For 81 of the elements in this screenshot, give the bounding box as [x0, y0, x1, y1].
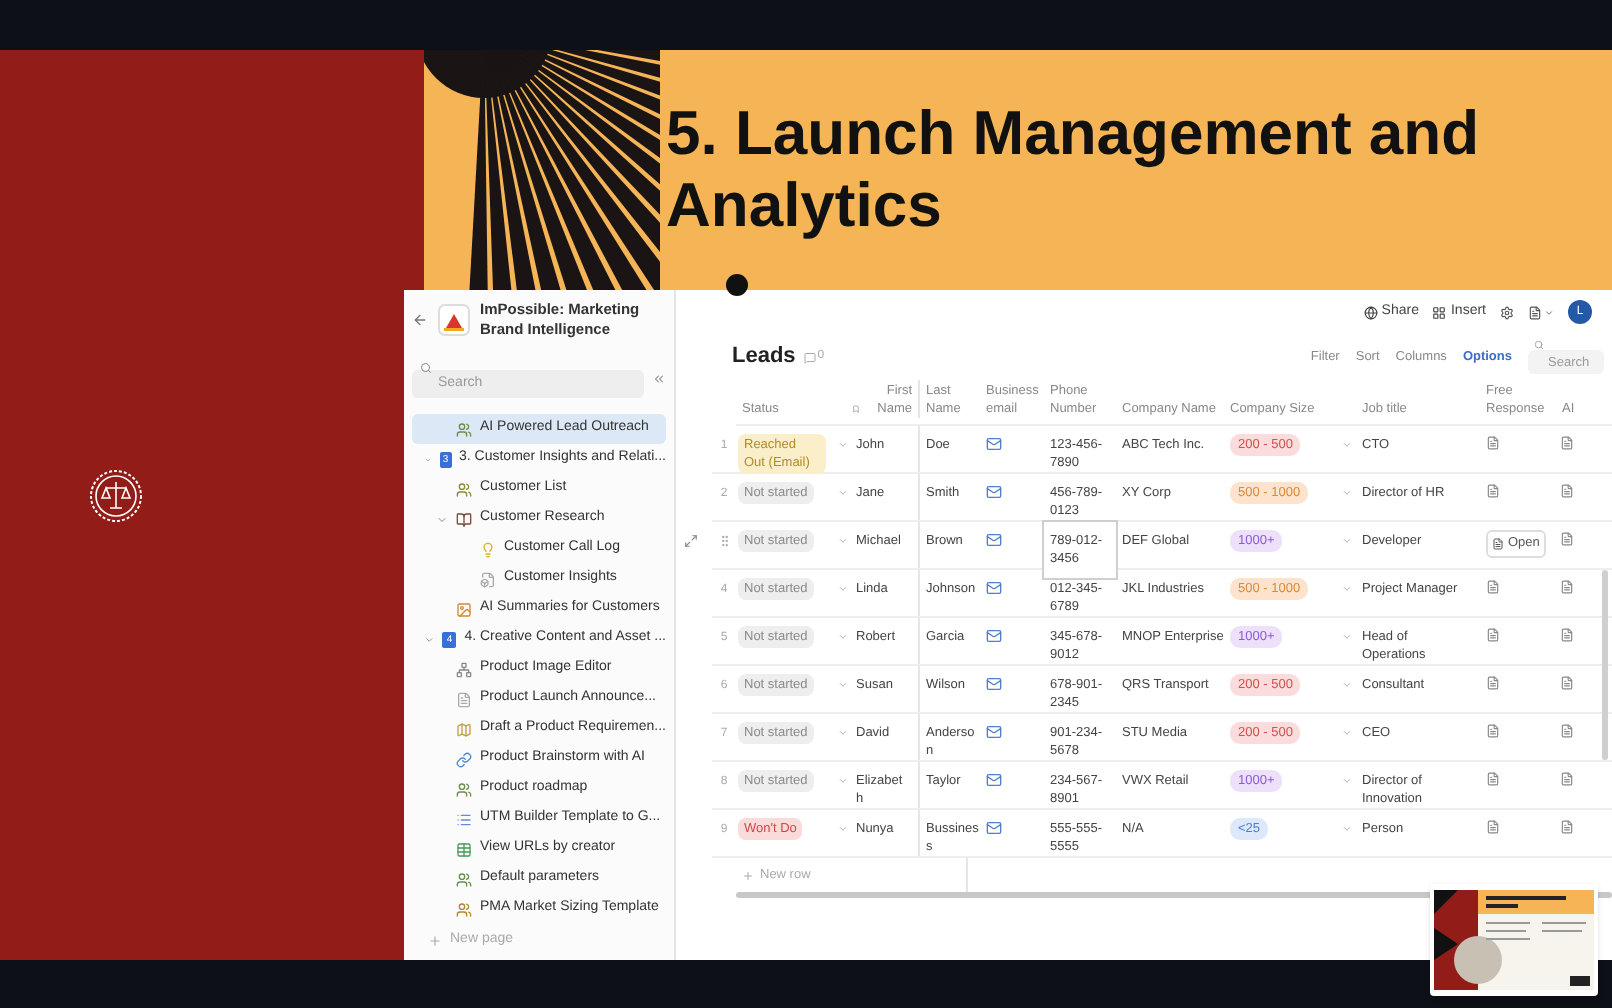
email-icon[interactable]	[986, 676, 1002, 692]
bookmark-icon	[852, 404, 860, 414]
page-icon	[456, 811, 472, 827]
slide-title: 5. Launch Management and Analytics	[666, 98, 1482, 242]
caret-icon[interactable]	[838, 824, 848, 834]
plus-icon	[742, 869, 754, 881]
caret-icon[interactable]	[1342, 440, 1352, 450]
email-icon[interactable]	[986, 820, 1002, 836]
globe-icon	[1363, 305, 1378, 319]
document-icon[interactable]	[1486, 628, 1500, 642]
email-icon[interactable]	[986, 772, 1002, 788]
search-icon	[420, 362, 432, 374]
drag-handle-icon[interactable]	[717, 534, 731, 548]
email-icon[interactable]	[986, 436, 1002, 452]
document-icon	[1492, 537, 1504, 550]
back-icon[interactable]	[412, 312, 428, 328]
grid-icon	[1432, 305, 1447, 319]
document-icon[interactable]	[1560, 772, 1574, 786]
plus-icon	[428, 933, 442, 948]
caret-icon[interactable]	[838, 584, 848, 594]
document-icon[interactable]	[1486, 676, 1500, 690]
page-icon	[456, 751, 472, 767]
email-icon[interactable]	[986, 532, 1002, 548]
document-icon[interactable]	[1486, 484, 1500, 498]
vertical-scrollbar[interactable]	[1602, 570, 1608, 760]
document-icon[interactable]	[1486, 724, 1500, 738]
page-icon	[456, 421, 472, 437]
email-icon[interactable]	[986, 484, 1002, 500]
email-icon[interactable]	[986, 580, 1002, 596]
caret-icon[interactable]	[1342, 680, 1352, 690]
caret-icon[interactable]	[838, 728, 848, 738]
page-icon	[480, 541, 496, 557]
page-icon	[456, 661, 472, 677]
document-icon[interactable]	[1486, 772, 1500, 786]
caret-icon[interactable]	[838, 680, 848, 690]
page-icon	[456, 781, 472, 797]
caret-icon[interactable]	[838, 440, 848, 450]
page-icon	[456, 841, 472, 857]
document-icon[interactable]	[1560, 724, 1574, 738]
document-icon[interactable]	[1560, 436, 1574, 450]
page-icon	[456, 901, 472, 917]
slide-thumbnail[interactable]	[1430, 884, 1598, 996]
email-icon[interactable]	[986, 628, 1002, 644]
caret-icon[interactable]	[1342, 584, 1352, 594]
caret-icon[interactable]	[1342, 824, 1352, 834]
caret-icon[interactable]	[1342, 632, 1352, 642]
document-icon[interactable]	[1560, 820, 1574, 834]
page-icon	[480, 571, 496, 587]
email-icon[interactable]	[986, 724, 1002, 740]
caret-icon[interactable]	[838, 488, 848, 498]
document-icon[interactable]	[1560, 676, 1574, 690]
scales-seal-icon	[88, 467, 144, 523]
expand-icon[interactable]	[684, 534, 698, 548]
doc-menu-icon[interactable]	[1528, 305, 1554, 319]
page-icon	[456, 691, 472, 707]
table-title: Leads	[732, 342, 796, 373]
document-icon[interactable]	[1560, 532, 1574, 546]
caret-icon[interactable]	[424, 453, 433, 465]
comment-icon	[803, 351, 816, 363]
page-icon	[456, 481, 472, 497]
caret-icon[interactable]	[1342, 536, 1352, 546]
caret-icon[interactable]	[838, 632, 848, 642]
caret-icon[interactable]	[838, 776, 848, 786]
app-logo-icon	[438, 304, 470, 336]
page-icon	[456, 601, 472, 617]
caret-icon[interactable]	[838, 536, 848, 546]
collapse-icon[interactable]	[652, 371, 666, 385]
document-icon[interactable]	[1560, 484, 1574, 498]
document-icon[interactable]	[1486, 436, 1500, 450]
page-icon	[456, 871, 472, 887]
search-icon	[1534, 340, 1544, 350]
document-icon[interactable]	[1560, 580, 1574, 594]
caret-icon[interactable]	[1342, 728, 1352, 738]
settings-icon[interactable]	[1500, 305, 1514, 319]
document-icon[interactable]	[1486, 820, 1500, 834]
document-icon[interactable]	[1560, 628, 1574, 642]
caret-icon[interactable]	[1342, 776, 1352, 786]
caret-icon[interactable]	[1342, 488, 1352, 498]
page-icon	[456, 721, 472, 737]
document-icon[interactable]	[1486, 580, 1500, 594]
page-icon	[456, 511, 472, 527]
